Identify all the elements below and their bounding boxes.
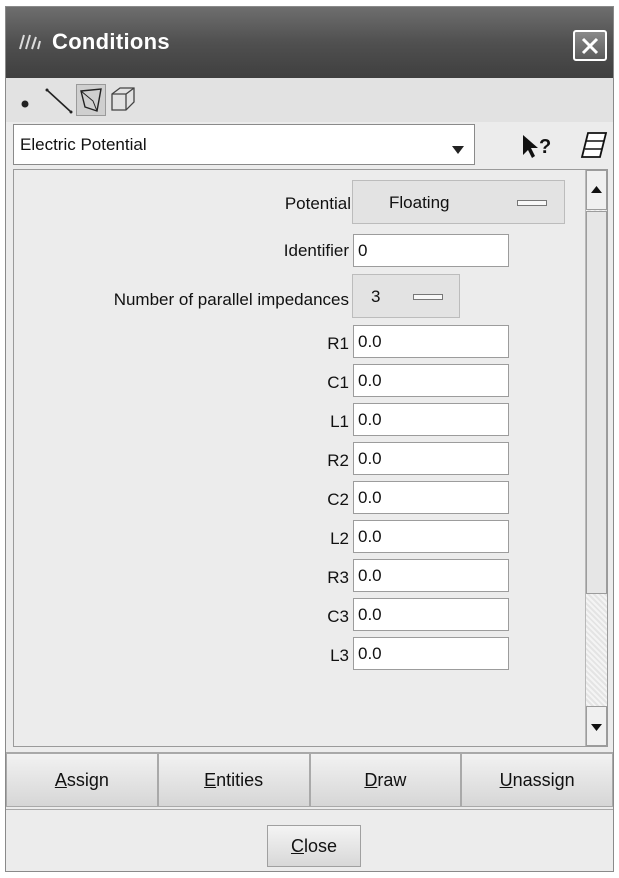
scroll-down-button[interactable] bbox=[586, 706, 607, 746]
r3-label: R3 bbox=[327, 568, 349, 587]
r2-field[interactable]: 0.0 bbox=[353, 442, 509, 475]
condition-type-select[interactable]: Electric Potential bbox=[13, 124, 475, 165]
entities-label: Entities bbox=[204, 769, 264, 790]
identifier-field[interactable]: 0 bbox=[353, 234, 509, 267]
scrollbar-thumb[interactable] bbox=[586, 211, 607, 594]
c2-label: C2 bbox=[327, 490, 349, 509]
help-pointer-button[interactable]: ? bbox=[519, 129, 559, 161]
eraser-button[interactable] bbox=[580, 129, 610, 161]
c3-field[interactable]: 0.0 bbox=[353, 598, 509, 631]
line-icon bbox=[45, 88, 73, 114]
surface-icon bbox=[80, 88, 102, 112]
assign-button[interactable]: Assign bbox=[6, 753, 158, 807]
title-bar[interactable]: Conditions bbox=[6, 7, 613, 78]
chevron-down-icon bbox=[452, 141, 464, 159]
volume-entity-button[interactable] bbox=[108, 84, 138, 116]
c3-label: C3 bbox=[327, 607, 349, 626]
option-menu-indicator-icon bbox=[517, 200, 547, 206]
r1-field[interactable]: 0.0 bbox=[353, 325, 509, 358]
condition-type-value: Electric Potential bbox=[20, 135, 147, 154]
option-menu-indicator-icon bbox=[413, 294, 443, 300]
draw-button[interactable]: Draw bbox=[309, 753, 462, 807]
assign-label: Assign bbox=[54, 769, 109, 790]
r3-field[interactable]: 0.0 bbox=[353, 559, 509, 592]
scroll-up-button[interactable] bbox=[586, 170, 607, 210]
point-entity-button[interactable] bbox=[12, 84, 42, 116]
line-entity-button[interactable] bbox=[44, 84, 74, 116]
close-label: Close bbox=[290, 835, 338, 856]
action-button-bar: Assign Entities Draw Unassign bbox=[6, 752, 613, 810]
l3-label: L3 bbox=[330, 646, 349, 665]
app-icon bbox=[18, 33, 44, 51]
identifier-label: Identifier bbox=[283, 241, 349, 260]
vertical-scrollbar[interactable] bbox=[585, 170, 607, 746]
help-pointer-icon: ? bbox=[523, 135, 551, 158]
l1-field[interactable]: 0.0 bbox=[353, 403, 509, 436]
unassign-button[interactable]: Unassign bbox=[461, 753, 613, 807]
parallel-impedances-menu-button[interactable]: 3 bbox=[352, 274, 460, 318]
conditions-window: Conditions Electric Potential ? Potentia… bbox=[5, 6, 614, 872]
close-button[interactable]: Close bbox=[267, 825, 361, 867]
arrow-up-icon bbox=[591, 186, 602, 193]
c1-field[interactable]: 0.0 bbox=[353, 364, 509, 397]
point-icon bbox=[21, 100, 29, 108]
l3-field[interactable]: 0.0 bbox=[353, 637, 509, 670]
window-title: Conditions bbox=[52, 29, 170, 54]
draw-label: Draw bbox=[364, 769, 407, 790]
potential-menu-button[interactable]: Floating bbox=[352, 180, 565, 224]
c2-field[interactable]: 0.0 bbox=[353, 481, 509, 514]
l1-label: L1 bbox=[330, 412, 349, 431]
r2-label: R2 bbox=[327, 451, 349, 470]
potential-value: Floating bbox=[389, 193, 450, 212]
unassign-label: Unassign bbox=[499, 769, 575, 790]
window-close-button[interactable] bbox=[573, 30, 607, 61]
eraser-icon bbox=[580, 132, 608, 158]
arrow-down-icon bbox=[591, 724, 602, 731]
volume-icon bbox=[111, 87, 135, 111]
parallel-impedances-value: 3 bbox=[371, 287, 381, 306]
close-icon bbox=[581, 37, 599, 55]
c1-label: C1 bbox=[327, 373, 349, 392]
condition-fields-panel: Potential Floating Identifier 0 Number o… bbox=[13, 169, 608, 747]
parallel-impedances-label: Number of parallel impedances bbox=[113, 290, 349, 309]
r1-label: R1 bbox=[327, 334, 349, 353]
entities-button[interactable]: Entities bbox=[157, 753, 310, 807]
svg-text:?: ? bbox=[539, 136, 551, 158]
entity-toolbar bbox=[6, 78, 613, 122]
l2-label: L2 bbox=[330, 529, 349, 548]
potential-label: Potential bbox=[284, 194, 351, 213]
l2-field[interactable]: 0.0 bbox=[353, 520, 509, 553]
surface-entity-button[interactable] bbox=[76, 84, 106, 116]
